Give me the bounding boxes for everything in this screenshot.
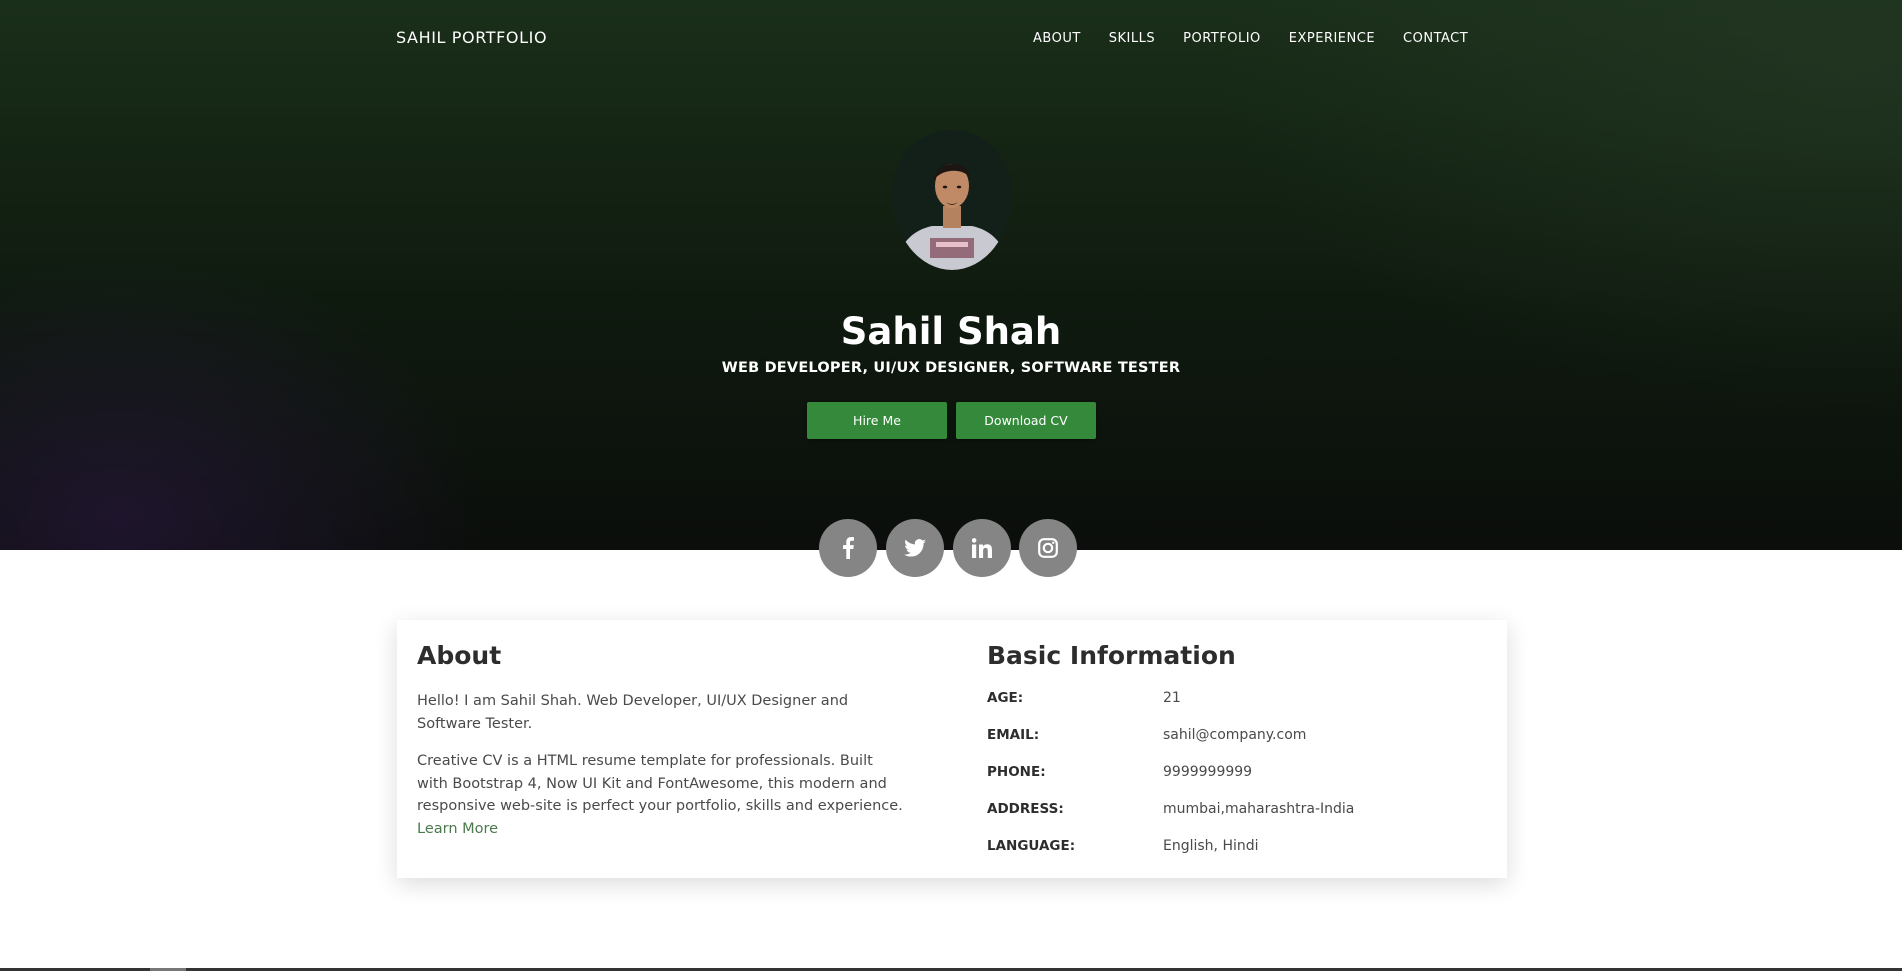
brand-link[interactable]: SAHIL PORTFOLIO bbox=[396, 28, 547, 47]
hire-me-button[interactable]: Hire Me bbox=[807, 402, 947, 439]
info-label: EMAIL: bbox=[987, 727, 1040, 743]
about-description: Creative CV is a HTML resume template fo… bbox=[417, 750, 907, 840]
info-label: AGE: bbox=[987, 690, 1024, 706]
facebook-icon bbox=[841, 537, 855, 559]
main-nav: ABOUT SKILLS PORTFOLIO EXPERIENCE CONTAC… bbox=[1033, 31, 1468, 46]
download-cv-button[interactable]: Download CV bbox=[956, 402, 1096, 439]
facebook-button[interactable] bbox=[819, 519, 877, 577]
info-label: ADDRESS: bbox=[987, 801, 1064, 817]
info-value: sahil@company.com bbox=[1163, 727, 1307, 743]
about-description-text: Creative CV is a HTML resume template fo… bbox=[417, 753, 903, 814]
nav-experience[interactable]: EXPERIENCE bbox=[1289, 31, 1375, 46]
learn-more-link[interactable]: Learn More bbox=[417, 821, 498, 837]
info-value: 9999999999 bbox=[1163, 764, 1253, 780]
about-intro: Hello! I am Sahil Shah. Web Developer, U… bbox=[417, 693, 849, 732]
twitter-icon bbox=[904, 539, 926, 557]
avatar bbox=[892, 130, 1012, 270]
nav-about[interactable]: ABOUT bbox=[1033, 31, 1081, 46]
twitter-button[interactable] bbox=[886, 519, 944, 577]
about-title: About bbox=[417, 641, 502, 670]
linkedin-button[interactable] bbox=[953, 519, 1011, 577]
nav-portfolio[interactable]: PORTFOLIO bbox=[1183, 31, 1261, 46]
hero-section: SAHIL PORTFOLIO ABOUT SKILLS PORTFOLIO E… bbox=[0, 0, 1902, 550]
nav-skills[interactable]: SKILLS bbox=[1109, 31, 1155, 46]
about-card: About Hello! I am Sahil Shah. Web Develo… bbox=[397, 620, 1507, 878]
instagram-button[interactable] bbox=[1019, 519, 1077, 577]
basic-info-title: Basic Information bbox=[987, 641, 1236, 670]
hero-roles: WEB DEVELOPER, UI/UX DESIGNER, SOFTWARE … bbox=[721, 360, 1181, 376]
linkedin-icon bbox=[972, 538, 992, 558]
info-value: English, Hindi bbox=[1163, 838, 1259, 854]
nav-contact[interactable]: CONTACT bbox=[1403, 31, 1468, 46]
info-label: PHONE: bbox=[987, 764, 1046, 780]
info-value: mumbai,maharashtra-India bbox=[1163, 801, 1355, 817]
info-value: 21 bbox=[1163, 690, 1181, 706]
info-label: LANGUAGE: bbox=[987, 838, 1076, 854]
instagram-icon bbox=[1038, 538, 1058, 558]
hero-name: Sahil Shah bbox=[840, 310, 1062, 353]
